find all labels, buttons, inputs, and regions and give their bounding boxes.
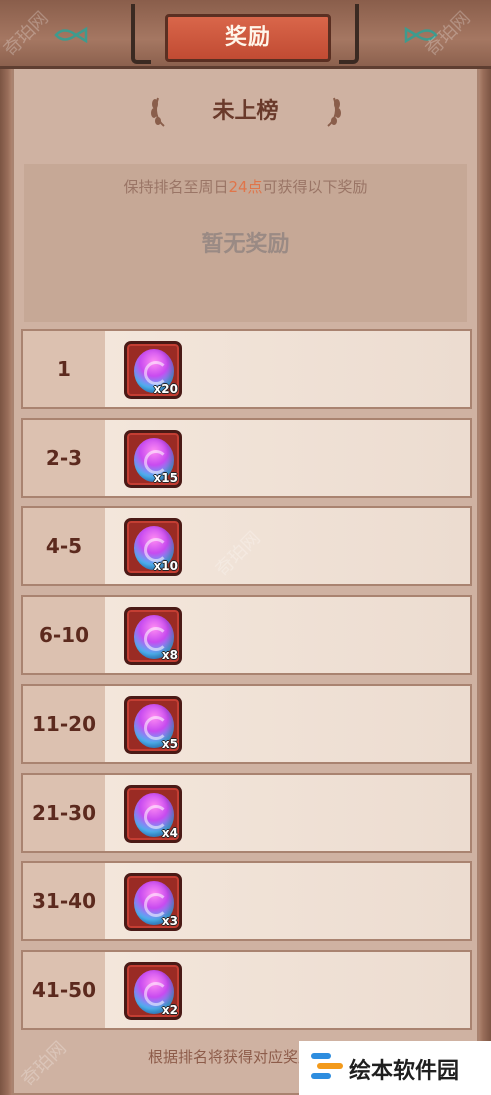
reward-quantity: x2 <box>161 1003 178 1017</box>
site-logo: 绘本软件园 <box>299 1041 491 1095</box>
title-bracket-right <box>339 4 359 64</box>
page-title: 奖励 <box>165 14 331 62</box>
condition-deadline: 24点 <box>228 178 263 196</box>
reward-quantity: x3 <box>161 914 178 928</box>
title-bracket-left <box>131 4 151 64</box>
reward-row: 2-3 x15 <box>21 418 472 498</box>
reward-item[interactable]: x20 <box>124 341 182 399</box>
reward-row: 21-30 x4 <box>21 773 472 853</box>
reward-row: 1 x20 <box>21 329 472 409</box>
header-bar: 奖励 <box>0 0 491 69</box>
reward-row: 11-20 x5 <box>21 684 472 764</box>
title-plate: 奖励 <box>131 4 359 64</box>
reward-quantity: x20 <box>153 382 178 396</box>
condition-suffix: 可获得以下奖励 <box>262 178 368 196</box>
fish-ornament-left-icon <box>54 26 88 44</box>
rank-label: 4-5 <box>45 534 83 558</box>
reward-condition-text: 保持排名至周日24点可获得以下奖励 <box>24 176 467 197</box>
reward-row: 6-10 x8 <box>21 595 472 675</box>
reward-item[interactable]: x2 <box>124 962 182 1020</box>
logo-text: 绘本软件园 <box>349 1059 460 1084</box>
reward-quantity: x5 <box>161 737 178 751</box>
laurel-right-icon <box>327 97 341 127</box>
rank-label: 21-30 <box>32 801 96 825</box>
logo-mark-icon <box>311 1053 343 1079</box>
reward-item[interactable]: x10 <box>124 518 182 576</box>
reward-item[interactable]: x4 <box>124 785 182 843</box>
condition-prefix: 保持排名至周日 <box>123 178 229 196</box>
reward-row: 31-40 x3 <box>21 861 472 941</box>
no-reward-label: 暂无奖励 <box>201 232 290 257</box>
rank-label: 41-50 <box>32 978 96 1002</box>
reward-quantity: x15 <box>153 471 178 485</box>
reward-item[interactable]: x5 <box>124 696 182 754</box>
rank-label: 1 <box>57 357 71 381</box>
reward-item[interactable]: x8 <box>124 607 182 665</box>
rank-label: 31-40 <box>32 889 96 913</box>
rank-label: 2-3 <box>45 446 83 470</box>
reward-quantity: x4 <box>161 826 178 840</box>
reward-quantity: x8 <box>161 648 178 662</box>
reward-quantity: x10 <box>153 559 178 573</box>
rank-label: 11-20 <box>32 712 96 736</box>
rank-label: 6-10 <box>38 623 90 647</box>
rank-status: 未上榜 <box>212 99 279 124</box>
reward-item[interactable]: x3 <box>124 873 182 931</box>
reward-notice-box: 保持排名至周日24点可获得以下奖励 暂无奖励 <box>24 164 467 322</box>
reward-item[interactable]: x15 <box>124 430 182 488</box>
reward-row: 41-50 x2 <box>21 950 472 1030</box>
